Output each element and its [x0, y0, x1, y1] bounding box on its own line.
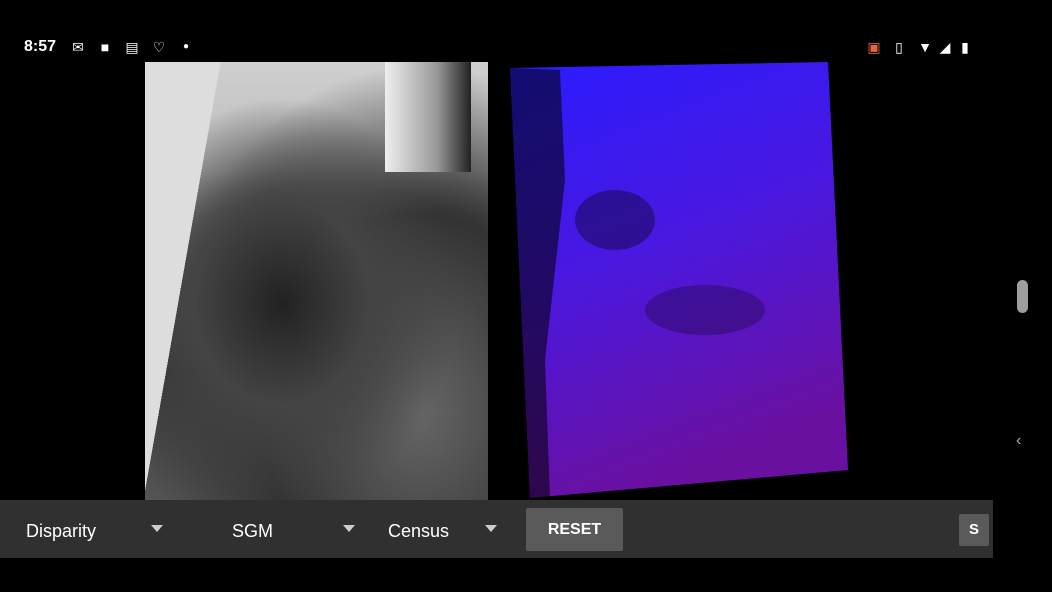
reset-button[interactable]: RESET [526, 508, 623, 551]
gmail-icon: ✉ [72, 39, 84, 55]
wifi-icon: ▼ [918, 39, 932, 55]
disparity-map-image [510, 62, 848, 498]
s-button[interactable]: S [959, 514, 989, 546]
dot-icon: ● [182, 41, 190, 52]
camera-grayscale-image [145, 62, 488, 500]
calendar-icon: ▤ [125, 39, 139, 55]
cost-dropdown[interactable]: Census [388, 500, 449, 558]
status-time: 8:57 [24, 38, 57, 55]
cast-icon: ▣ [867, 39, 881, 55]
mode-dropdown[interactable]: Disparity [26, 500, 96, 558]
video-camera-icon: ■ [100, 39, 110, 55]
bottom-toolbar: Disparity SGM Census RESET S [0, 500, 993, 558]
algorithm-dropdown[interactable]: SGM [232, 500, 273, 558]
battery-icon: ▮ [961, 39, 969, 55]
scroll-handle[interactable] [1017, 280, 1028, 313]
heart-check-icon: ♡ [152, 39, 166, 55]
chevron-down-icon[interactable] [151, 525, 163, 532]
cell-signal-icon: ◢ [939, 39, 951, 55]
vibrate-icon: ▯ [895, 39, 903, 55]
chevron-down-icon[interactable] [485, 525, 497, 532]
chevron-down-icon[interactable] [343, 525, 355, 532]
chevron-left-icon[interactable]: ‹ [1016, 432, 1021, 450]
